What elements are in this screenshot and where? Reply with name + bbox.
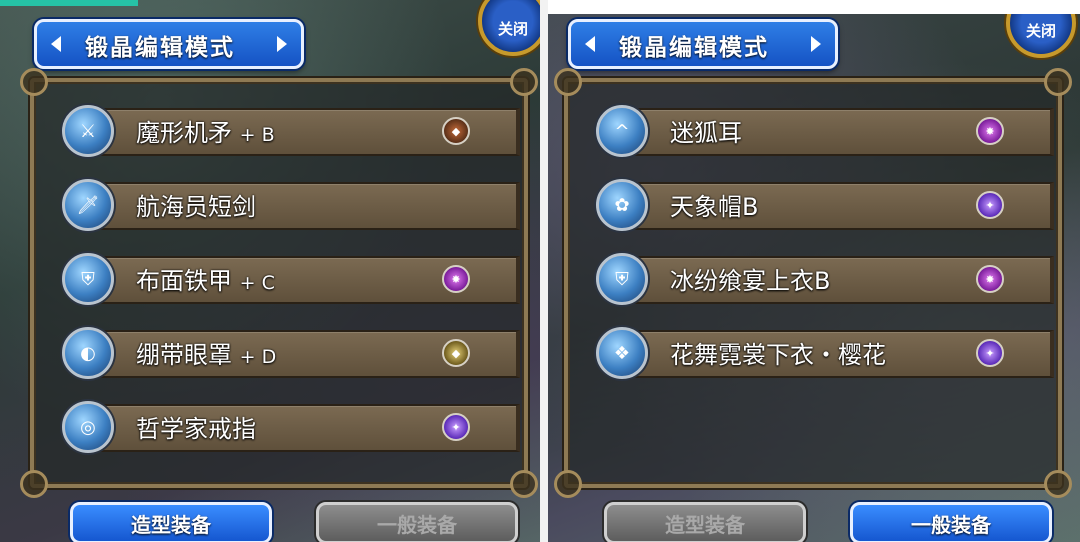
corner-ornament — [20, 68, 48, 96]
spear-icon: ⚔ — [62, 105, 114, 157]
corner-ornament — [554, 470, 582, 498]
status-bar-fragment — [0, 0, 138, 6]
mode-selector[interactable]: 锻晶编辑模式 — [568, 19, 838, 69]
eyepatch-icon: ◐ — [62, 327, 114, 379]
corner-ornament — [20, 470, 48, 498]
corner-ornament — [1044, 68, 1072, 96]
item-suffix: + D — [239, 346, 277, 368]
list-item[interactable]: ⛨ 布面铁甲 + C ✸ — [62, 253, 520, 305]
skirt-icon: ❖ — [596, 327, 648, 379]
item-name: 花舞霓裳下衣・樱花 — [670, 341, 886, 369]
crystal-badge-icon: ✸ — [976, 265, 1004, 293]
styled-equip-button[interactable]: 造型装备 — [604, 502, 806, 542]
normal-equip-button[interactable]: 一般装备 — [850, 502, 1052, 542]
crystal-badge-icon: ◆ — [442, 117, 470, 145]
hat-icon: ✿ — [596, 179, 648, 231]
item-name: 天象帽B — [670, 193, 759, 221]
sword-icon: 🗡 — [62, 179, 114, 231]
mode-title: 锻晶编辑模式 — [85, 35, 235, 61]
corner-ornament — [1044, 470, 1072, 498]
crystal-badge-icon: ◆ — [442, 339, 470, 367]
list-item[interactable]: ◐ 绷带眼罩 + D ◆ — [62, 327, 520, 379]
close-button[interactable]: 关闭 — [478, 0, 540, 56]
mode-selector[interactable]: 锻晶编辑模式 — [34, 19, 304, 69]
list-item[interactable]: 🗡 航海员短剑 — [62, 179, 520, 231]
item-name: 迷狐耳 — [670, 119, 742, 147]
styled-equip-button[interactable]: 造型装备 — [70, 502, 272, 542]
crystal-badge-icon: ✦ — [976, 191, 1004, 219]
item-suffix: + C — [239, 272, 275, 294]
item-name: 布面铁甲 — [136, 267, 232, 295]
mode-title: 锻晶编辑模式 — [619, 35, 769, 61]
right-screen: 锻晶编辑模式 关闭 ^ 迷狐耳 ✸ ✿ 天象帽B ✦ ⛨ 冰纷飨宴上衣B ✸ ❖… — [548, 14, 1080, 542]
right-arrow-icon[interactable] — [277, 36, 287, 52]
crystal-badge-icon: ✸ — [976, 117, 1004, 145]
divider — [540, 0, 548, 542]
item-name: 魔形机矛 — [136, 119, 232, 147]
corner-ornament — [554, 68, 582, 96]
left-arrow-icon[interactable] — [51, 36, 61, 52]
corner-ornament — [510, 68, 538, 96]
crystal-badge-icon: ✸ — [442, 265, 470, 293]
fox-ears-icon: ^ — [596, 105, 648, 157]
list-item[interactable]: ^ 迷狐耳 ✸ — [596, 105, 1054, 157]
list-item[interactable]: ⛨ 冰纷飨宴上衣B ✸ — [596, 253, 1054, 305]
item-name: 哲学家戒指 — [136, 415, 256, 443]
normal-equip-button[interactable]: 一般装备 — [316, 502, 518, 542]
item-name: 航海员短剑 — [136, 193, 256, 221]
left-arrow-icon[interactable] — [585, 36, 595, 52]
list-item[interactable]: ✿ 天象帽B ✦ — [596, 179, 1054, 231]
ring-icon: ◎ — [62, 401, 114, 453]
top-icon: ⛨ — [596, 253, 648, 305]
top-edge — [548, 0, 1080, 14]
right-arrow-icon[interactable] — [811, 36, 821, 52]
item-suffix: + B — [239, 124, 275, 146]
item-name: 冰纷飨宴上衣B — [670, 267, 831, 295]
close-button[interactable]: 关闭 — [1006, 14, 1076, 58]
list-item[interactable]: ❖ 花舞霓裳下衣・樱花 ✦ — [596, 327, 1054, 379]
list-item[interactable]: ⚔ 魔形机矛 + B ◆ — [62, 105, 520, 157]
list-item[interactable]: ◎ 哲学家戒指 ✦ — [62, 401, 520, 453]
crystal-badge-icon: ✦ — [976, 339, 1004, 367]
crystal-badge-icon: ✦ — [442, 413, 470, 441]
item-name: 绷带眼罩 — [136, 341, 232, 369]
corner-ornament — [510, 470, 538, 498]
armor-icon: ⛨ — [62, 253, 114, 305]
left-screen: 锻晶编辑模式 关闭 ⚔ 魔形机矛 + B ◆ 🗡 航海员短剑 ⛨ 布面铁甲 + … — [0, 0, 540, 542]
